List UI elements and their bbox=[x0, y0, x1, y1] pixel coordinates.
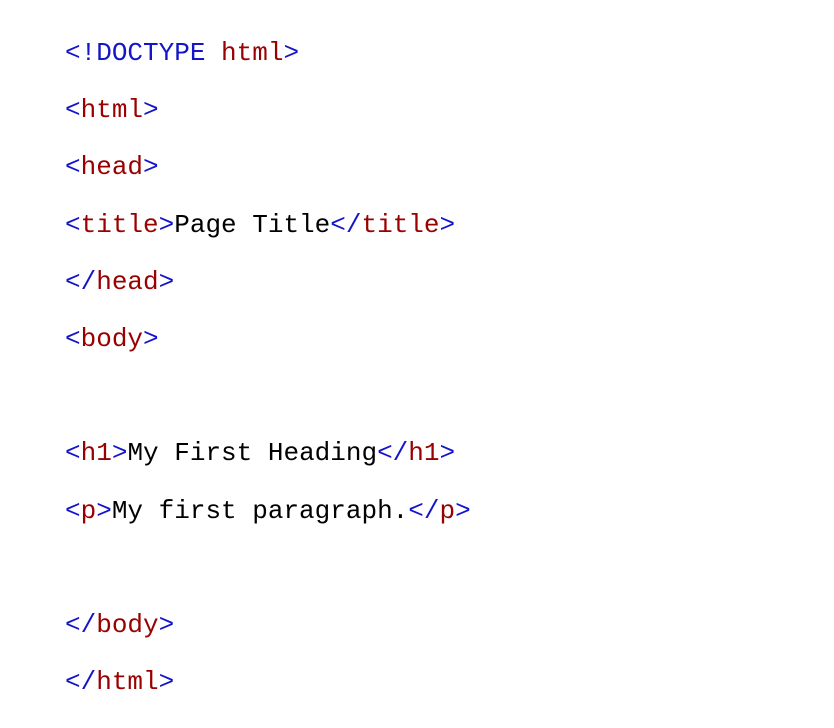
heading-text: My First Heading bbox=[127, 438, 377, 468]
title-text: Page Title bbox=[174, 210, 330, 240]
tag-html-close: html bbox=[96, 667, 158, 697]
tag-p-close: p bbox=[440, 496, 456, 526]
angle-bracket: </ bbox=[65, 267, 96, 297]
angle-bracket: </ bbox=[377, 438, 408, 468]
angle-bracket: > bbox=[455, 496, 471, 526]
angle-bracket: < bbox=[65, 210, 81, 240]
angle-bracket: > bbox=[143, 324, 159, 354]
angle-bracket: < bbox=[65, 324, 81, 354]
paragraph-text: My first paragraph. bbox=[112, 496, 408, 526]
tag-head-close: head bbox=[96, 267, 158, 297]
angle-bracket: < bbox=[65, 38, 81, 68]
tag-title: title bbox=[81, 210, 159, 240]
angle-bracket: </ bbox=[408, 496, 439, 526]
angle-bracket: > bbox=[159, 210, 175, 240]
angle-bracket: < bbox=[65, 496, 81, 526]
tag-html: html bbox=[81, 95, 143, 125]
doctype-html: html bbox=[221, 38, 283, 68]
tag-body-close: body bbox=[96, 610, 158, 640]
tag-title-close: title bbox=[361, 210, 439, 240]
angle-bracket: < bbox=[65, 438, 81, 468]
angle-bracket: > bbox=[440, 210, 456, 240]
tag-p: p bbox=[81, 496, 97, 526]
angle-bracket: > bbox=[159, 610, 175, 640]
angle-bracket: </ bbox=[65, 610, 96, 640]
angle-bracket: > bbox=[143, 152, 159, 182]
doctype-bang: !DOCTYPE bbox=[81, 38, 206, 68]
tag-h1: h1 bbox=[81, 438, 112, 468]
tag-head: head bbox=[81, 152, 143, 182]
code-block: <!DOCTYPE html> <html> <head> <title>Pag… bbox=[0, 0, 834, 711]
space bbox=[205, 38, 221, 68]
angle-bracket: </ bbox=[65, 667, 96, 697]
angle-bracket: > bbox=[143, 95, 159, 125]
angle-bracket: > bbox=[159, 667, 175, 697]
angle-bracket: > bbox=[440, 438, 456, 468]
tag-h1-close: h1 bbox=[408, 438, 439, 468]
angle-bracket: < bbox=[65, 95, 81, 125]
angle-bracket: > bbox=[96, 496, 112, 526]
angle-bracket: < bbox=[65, 152, 81, 182]
angle-bracket: </ bbox=[330, 210, 361, 240]
angle-bracket: > bbox=[159, 267, 175, 297]
tag-body: body bbox=[81, 324, 143, 354]
angle-bracket: > bbox=[112, 438, 128, 468]
angle-bracket: > bbox=[283, 38, 299, 68]
